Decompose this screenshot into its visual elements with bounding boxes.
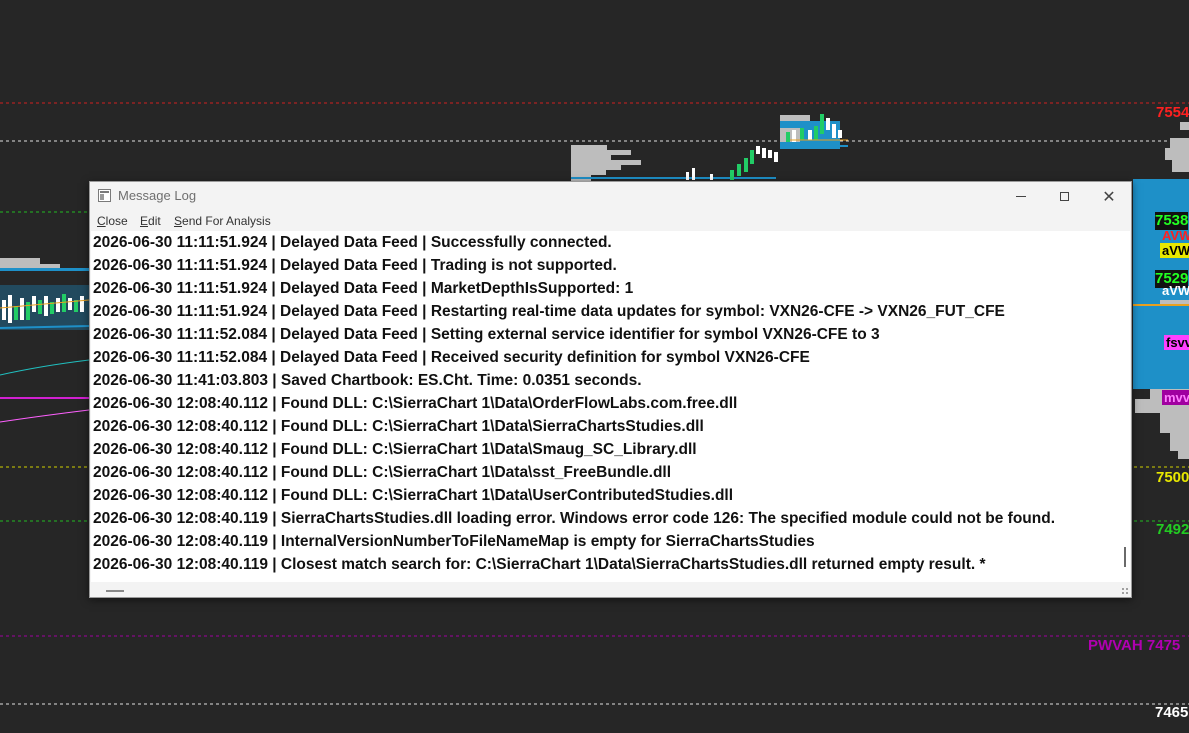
study-tag-avw-yellow: aVW [1160,243,1189,258]
menu-send-for-analysis[interactable]: Send For Analysis [174,214,271,228]
window-title: Message Log [118,188,197,203]
menu-close[interactable]: Close [97,214,128,228]
log-line: 2026-06-30 12:08:40.112 | Found DLL: C:\… [93,487,734,504]
log-line: 2026-06-30 11:41:03.803 | Saved Chartboo… [93,372,642,389]
maximize-icon [1059,192,1069,201]
log-line: 2026-06-30 12:08:40.112 | Found DLL: C:\… [93,418,704,435]
resize-grip[interactable] [1121,587,1129,595]
log-line: 2026-06-30 11:11:51.924 | Delayed Data F… [93,303,1005,320]
log-line: 2026-06-30 12:08:40.112 | Found DLL: C:\… [93,464,672,481]
vertical-scrollbar[interactable] [1118,231,1130,582]
price-label-7492: 7492 [1156,521,1189,538]
minimize-icon [1016,196,1026,197]
menu-bar: Close Edit Send For Analysis [90,211,1131,231]
log-line: 2026-06-30 11:11:52.084 | Delayed Data F… [93,326,880,343]
high-volume-profile [780,114,848,149]
log-line: 2026-06-30 11:11:52.084 | Delayed Data F… [93,349,810,366]
close-button[interactable]: ✕ [1086,182,1132,211]
menu-edit[interactable]: Edit [140,214,161,228]
study-tag-avw-red: AVW [1162,228,1189,243]
session-candles [686,146,778,180]
log-line: 2026-06-30 11:11:51.924 | Delayed Data F… [93,257,617,274]
minimize-button[interactable] [998,182,1044,211]
log-line: 2026-06-30 12:08:40.112 | Found DLL: C:\… [93,395,738,412]
log-line: 2026-06-30 12:08:40.119 | Closest match … [93,556,986,573]
price-label-7500: 7500 [1156,469,1189,486]
horizontal-scroll-thumb[interactable] [106,590,124,592]
vwap-band-pink [0,409,90,423]
title-bar[interactable]: Message Log ✕ [90,182,1131,211]
log-line: 2026-06-30 12:08:40.112 | Found DLL: C:\… [93,441,697,458]
horizontal-scrollbar[interactable] [91,582,1130,596]
vertical-scroll-thumb[interactable] [1124,547,1126,567]
study-tag-fsvv: fsvv [1164,335,1189,350]
close-icon: ✕ [1102,186,1116,206]
vwap-band-cyan [0,359,90,376]
log-line: 2026-06-30 12:08:40.119 | SierraChartsSt… [93,510,1056,527]
log-text-area[interactable]: 2026-06-30 11:11:51.924 | Delayed Data F… [91,231,1118,582]
message-log-window[interactable]: Message Log ✕ Close Edit Send For Analys… [89,181,1132,598]
maximize-button[interactable] [1041,182,1087,211]
log-line: 2026-06-30 12:08:40.119 | InternalVersio… [93,533,815,550]
study-tag-mvv: mvv [1162,390,1189,405]
log-line: 2026-06-30 11:11:51.924 | Delayed Data F… [93,234,612,251]
log-line: 2026-06-30 11:11:51.924 | Delayed Data F… [93,280,634,297]
left-volume-profile [0,258,90,271]
price-label-7465: 7465 [1155,704,1189,721]
price-label-pwvah: PWVAH 7475 [1088,637,1181,654]
app-window-icon [98,189,111,202]
study-tag-avw-blue: aVW [1162,283,1189,298]
price-label-7554: 7554 [1156,104,1189,121]
